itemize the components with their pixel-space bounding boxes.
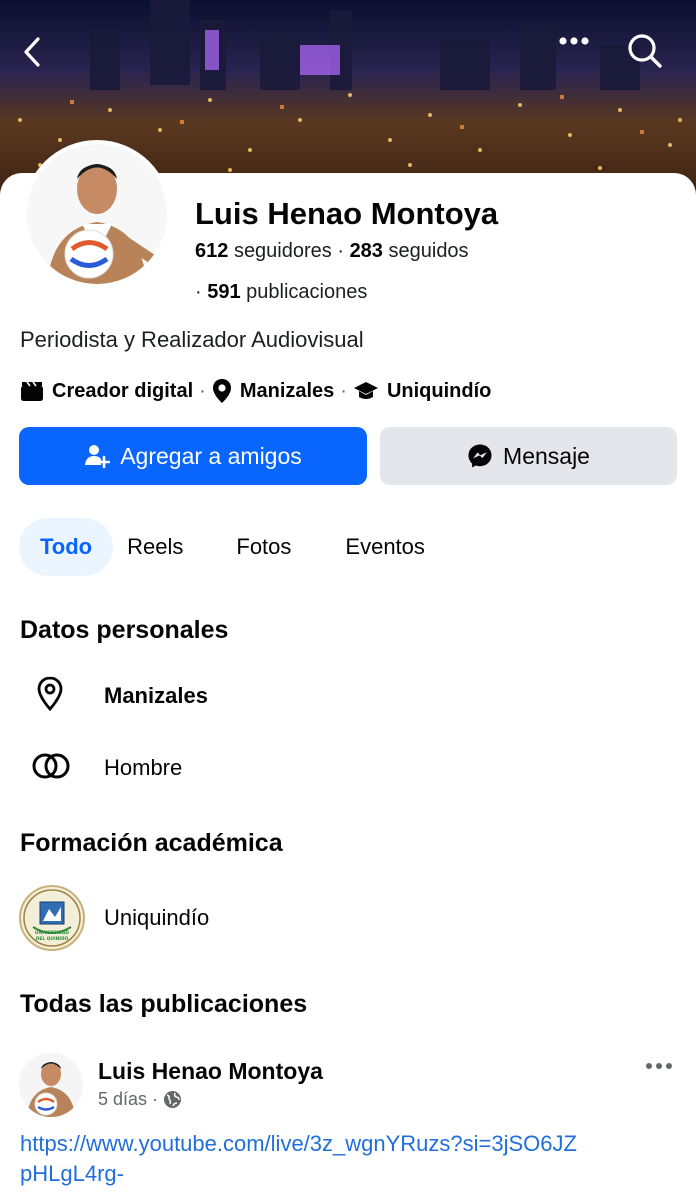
post-time[interactable]: 5 días [98, 1089, 147, 1110]
personal-location-row: Manizales [30, 674, 208, 719]
globe-icon [163, 1090, 182, 1109]
profile-photo [27, 144, 167, 284]
more-horizontal-icon [646, 1063, 672, 1069]
post-author-name[interactable]: Luis Henao Montoya [98, 1058, 323, 1085]
university-seal: UNIVERSIDAD DEL QUINDÍO [23, 889, 81, 947]
posts-label: publicaciones [246, 281, 368, 303]
post-link[interactable]: https://www.youtube.com/live/3z_wgnYRuzs… [20, 1129, 580, 1189]
gender-icon [30, 746, 72, 791]
profile-tabs: Todo Reels Fotos Eventos [19, 518, 425, 576]
university-logo[interactable]: UNIVERSIDAD DEL QUINDÍO [19, 885, 85, 951]
personal-gender-row: Hombre [30, 746, 182, 791]
location-label: Manizales [239, 379, 335, 402]
tab-fotos[interactable]: Fotos [236, 518, 291, 576]
personal-location: Manizales [104, 683, 208, 708]
profile-bio: Periodista y Realizador Audiovisual [20, 327, 364, 352]
add-friend-button[interactable]: Agregar a amigos [19, 427, 367, 485]
search-icon [628, 34, 662, 68]
more-horizontal-icon [559, 37, 589, 45]
meta-separator: · [199, 379, 206, 402]
location-pin-icon [212, 378, 232, 404]
post-author-avatar[interactable] [19, 1053, 83, 1117]
following-label[interactable]: seguidos [389, 240, 469, 262]
message-label: Mensaje [503, 442, 590, 469]
back-button[interactable] [22, 36, 56, 70]
following-count[interactable]: 283 [350, 240, 383, 262]
more-options-button[interactable] [558, 36, 598, 70]
post-options-button[interactable] [644, 1058, 674, 1076]
followers-count[interactable]: 612 [195, 240, 228, 262]
tab-todo[interactable]: Todo [19, 518, 114, 576]
category-label: Creador digital [52, 379, 194, 402]
profile-stats: 612 seguidores · 283 seguidos [195, 240, 469, 263]
add-friend-label: Agregar a amigos [120, 442, 302, 469]
post-meta: 5 días · [98, 1089, 182, 1110]
profile-posts-stat: · 591 publicaciones [195, 281, 367, 304]
meta-separator: · [340, 379, 347, 402]
location-outline-icon [30, 674, 70, 719]
author-photo [19, 1053, 83, 1117]
clapperboard-icon [20, 380, 44, 402]
stats-separator: · [195, 281, 208, 303]
messenger-icon [467, 443, 493, 469]
svg-text:UNIVERSIDAD: UNIVERSIDAD [35, 930, 69, 936]
personal-details-heading: Datos personales [20, 616, 229, 644]
education-label: Uniquindío [386, 379, 492, 402]
tab-eventos[interactable]: Eventos [345, 518, 425, 576]
add-person-icon [84, 443, 111, 469]
profile-avatar[interactable] [23, 140, 171, 288]
graduation-cap-icon [353, 380, 379, 402]
education-heading: Formación académica [20, 829, 283, 857]
message-button[interactable]: Mensaje [380, 427, 677, 485]
personal-gender: Hombre [104, 755, 183, 780]
followers-label[interactable]: seguidores [234, 240, 332, 262]
stats-separator: · [337, 240, 350, 262]
all-posts-heading: Todas las publicaciones [20, 990, 308, 1018]
chevron-left-icon [24, 37, 40, 67]
search-button[interactable] [626, 32, 670, 76]
posts-count: 591 [207, 281, 241, 303]
education-school[interactable]: Uniquindío [104, 905, 209, 931]
tab-reels[interactable]: Reels [127, 518, 183, 576]
profile-name: Luis Henao Montoya [195, 196, 499, 231]
profile-details-row: Creador digital · Manizales · Uniquindío [20, 378, 491, 404]
meta-separator: · [152, 1089, 159, 1109]
